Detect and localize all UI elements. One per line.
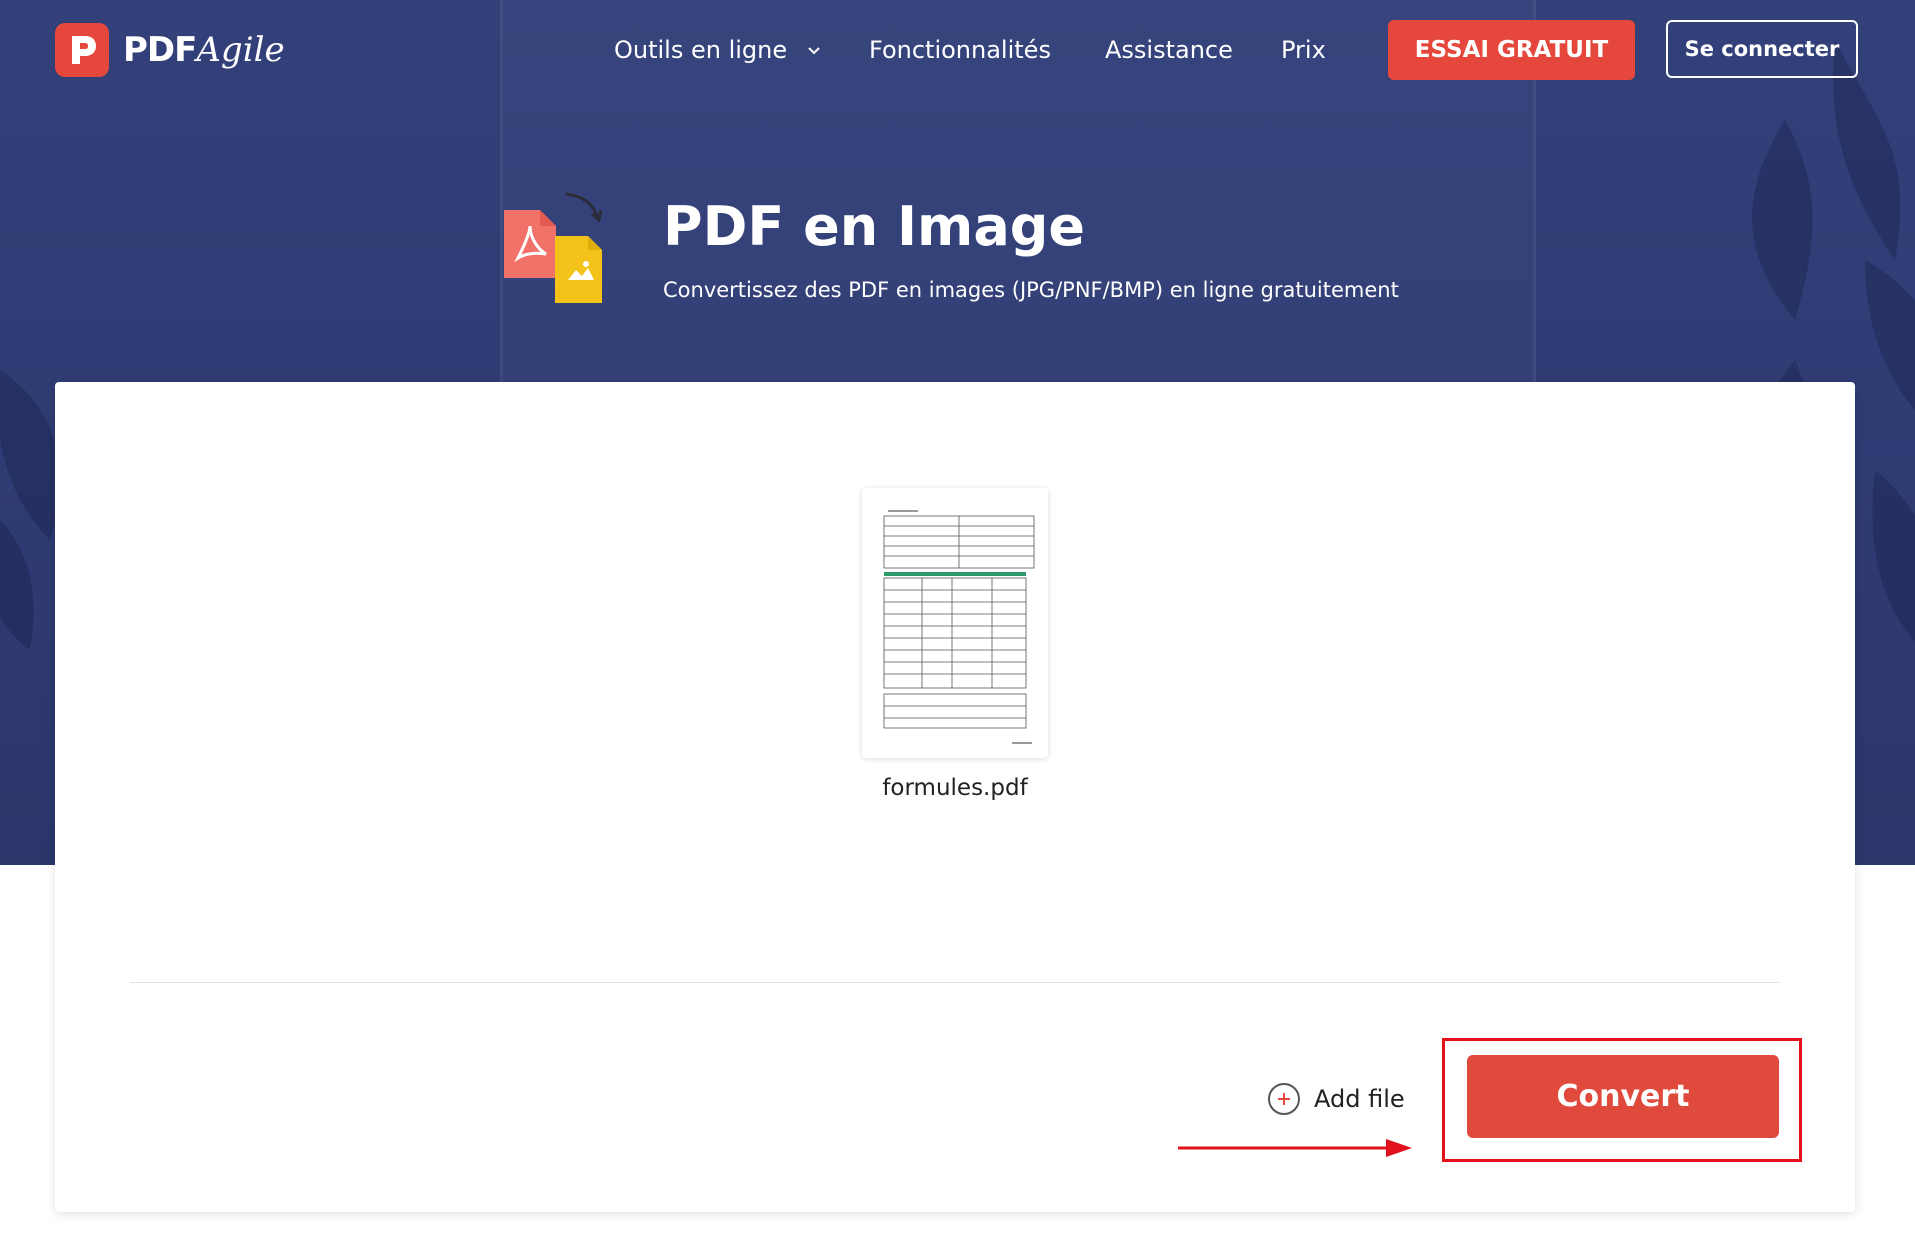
upload-card: formules.pdf Add file Convert [55,382,1855,1212]
file-thumbnail[interactable] [862,488,1048,758]
pdf-to-image-icon [504,192,603,303]
nav-item-label: Fonctionnalités [869,36,1051,64]
site-header: PDFAgile Outils en ligne Fonctionnalités… [0,0,1915,100]
plus-circle-icon [1268,1083,1300,1115]
nav-item-label: Prix [1281,36,1326,64]
logo[interactable]: PDFAgile [55,23,285,77]
logo-text: PDFAgile [123,30,285,70]
nav-item-outils-en-ligne[interactable]: Outils en ligne [614,32,821,68]
nav-item-label: Assistance [1105,36,1233,64]
logo-text-agile: Agile [196,30,285,70]
file-name: formules.pdf [882,775,1028,801]
add-file-button[interactable]: Add file [1268,1079,1405,1119]
nav-item-assistance[interactable]: Assistance [1105,32,1233,68]
pdf-page-preview [883,510,1035,744]
nav-item-fonctionnalites[interactable]: Fonctionnalités [869,32,1051,68]
page-subtitle: Convertissez des PDF en images (JPG/PNF/… [663,278,1399,302]
nav-item-label: Outils en ligne [614,36,788,64]
annotation-highlight-box [1442,1038,1802,1162]
page-title: PDF en Image [663,195,1086,258]
add-file-label: Add file [1314,1085,1405,1113]
divider [130,982,1780,983]
annotation-arrow-icon [1178,1139,1412,1157]
login-button[interactable]: Se connecter [1666,20,1858,78]
logo-text-pdf: PDF [123,30,197,70]
free-trial-button[interactable]: ESSAI GRATUIT [1388,20,1635,80]
pdf-agile-logo-icon [55,23,109,77]
nav-item-prix[interactable]: Prix [1281,32,1326,68]
chevron-down-icon [808,47,820,55]
